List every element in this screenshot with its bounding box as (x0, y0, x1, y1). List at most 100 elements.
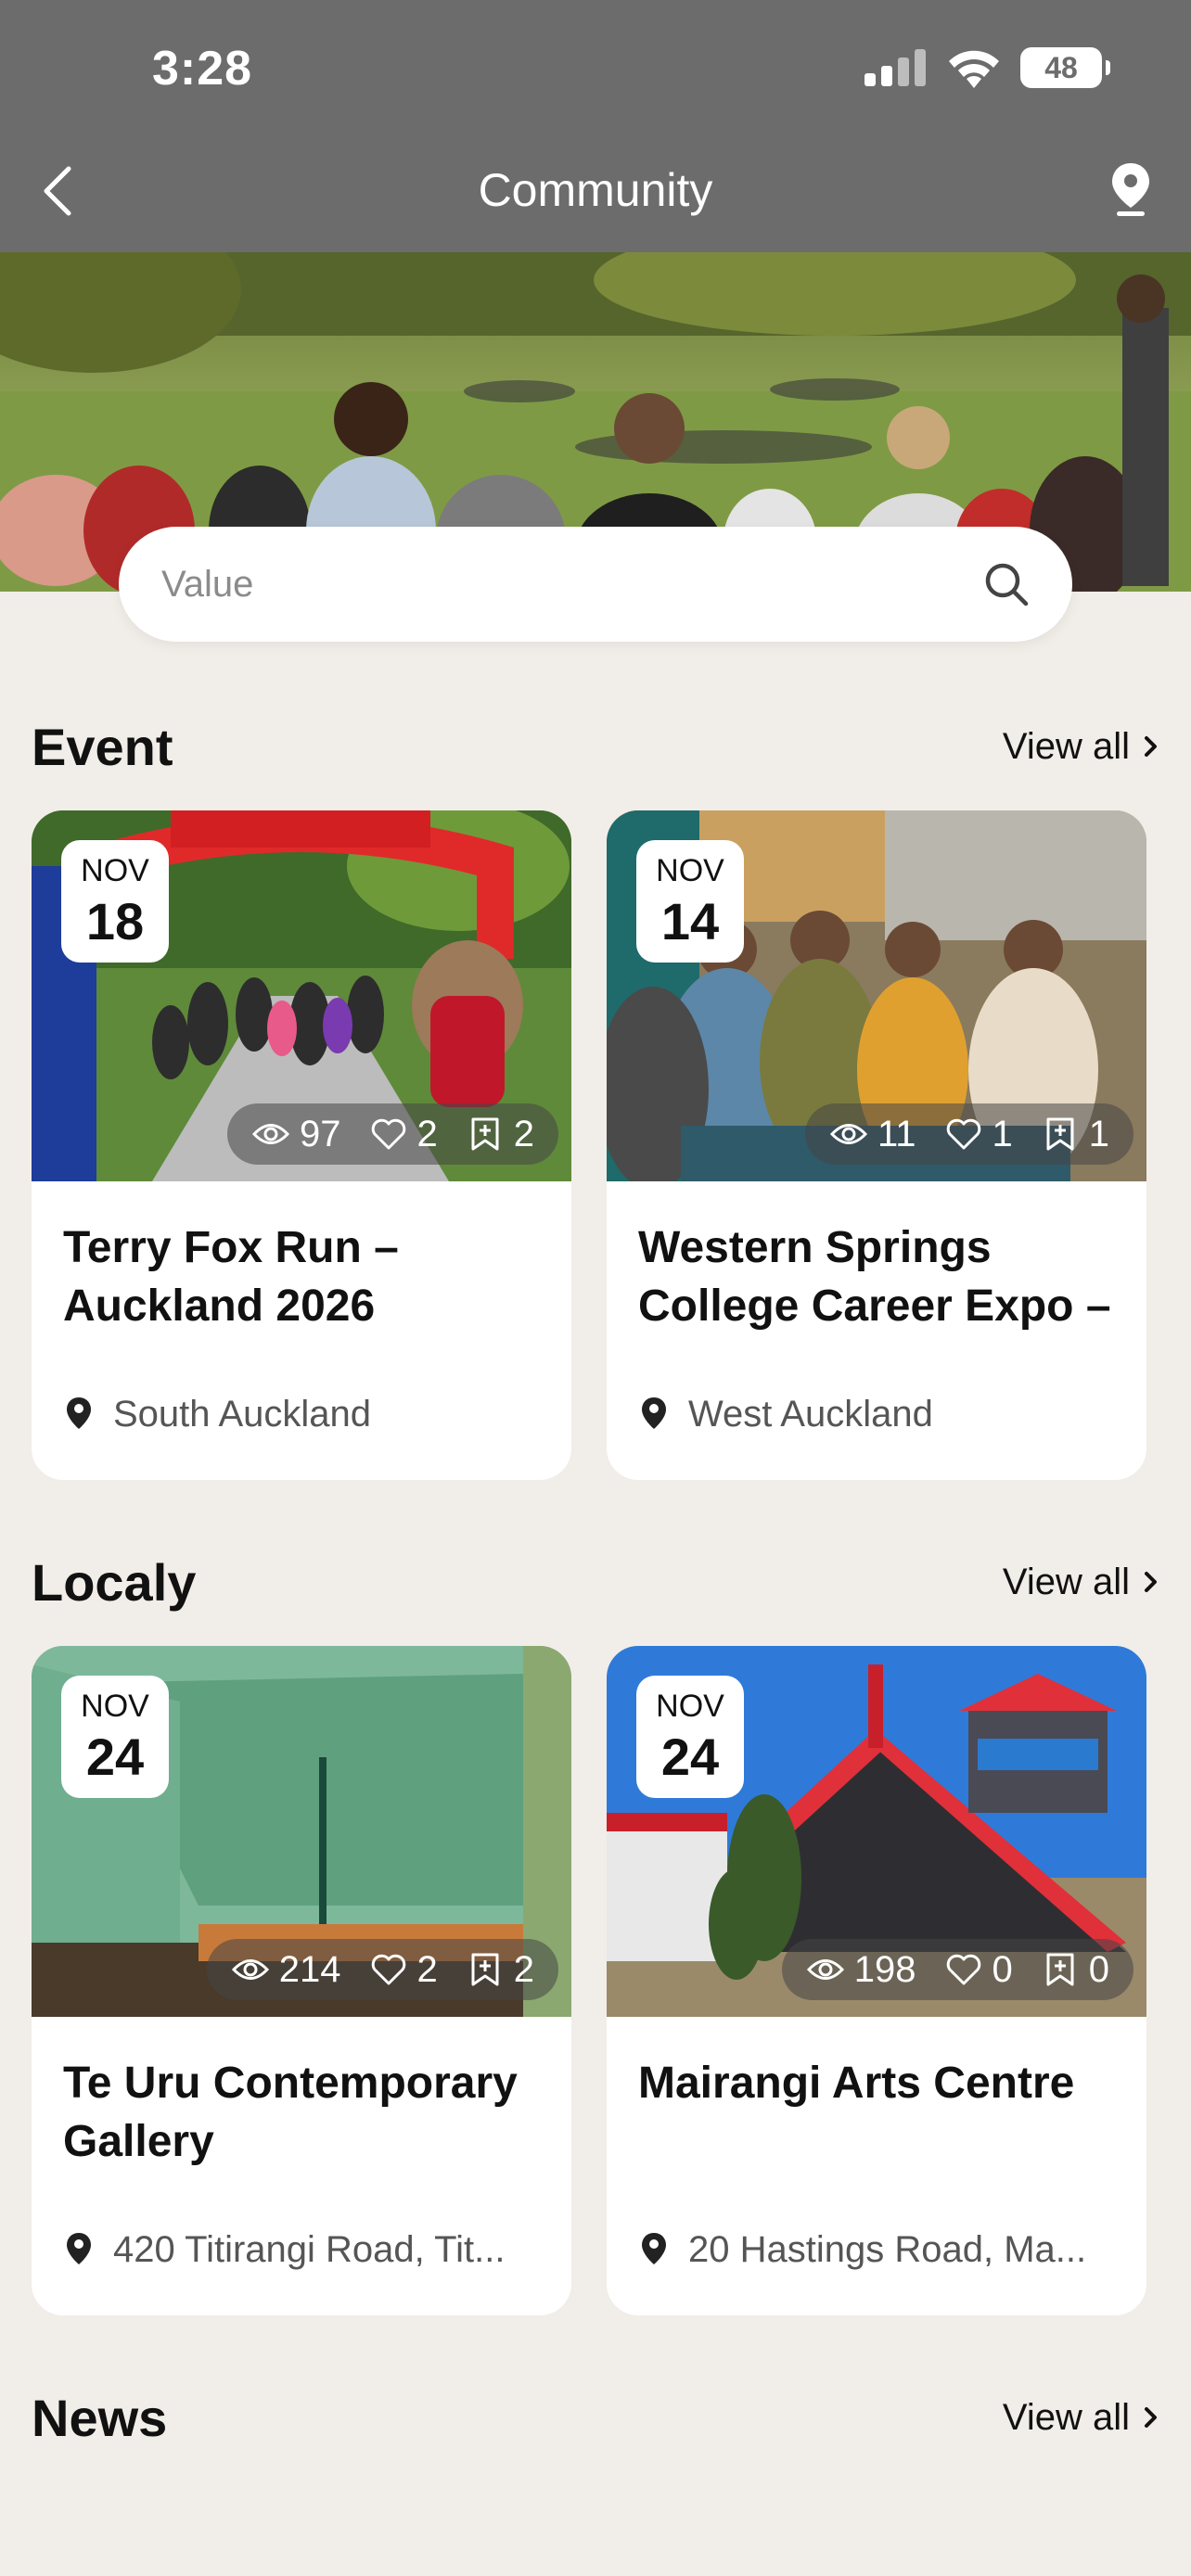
view-all-label: View all (1002, 2396, 1130, 2438)
date-day: 24 (85, 1728, 145, 1786)
views-stat: 198 (806, 1949, 916, 1991)
date-badge: NOV 24 (636, 1676, 744, 1798)
likes-stat[interactable]: 2 (369, 1114, 438, 1155)
heart-icon (946, 1118, 980, 1150)
stats-pill: 11 1 1 (804, 1103, 1133, 1165)
search-input[interactable] (161, 563, 983, 606)
views-count: 97 (300, 1113, 341, 1154)
date-day: 24 (660, 1728, 720, 1786)
saves-count: 0 (1088, 1948, 1109, 1990)
bookmark-plus-icon (471, 1117, 499, 1151)
view-all-label: View all (1002, 725, 1130, 767)
chevron-right-icon (1145, 736, 1157, 757)
date-month: NOV (656, 853, 724, 888)
section-title: News (32, 2388, 168, 2447)
view-all-label: View all (1002, 1561, 1130, 1602)
section-header-news: News View all (32, 2385, 1159, 2450)
section-title: Event (32, 717, 173, 776)
event-card[interactable]: NOV 14 11 1 1 Western Springs College Ca… (607, 810, 1146, 1480)
bookmark-plus-icon (1046, 1953, 1074, 1986)
localy-card[interactable]: NOV 24 214 2 2 Te Uru Contemporary Galle… (32, 1646, 571, 2315)
card-title: Mairangi Arts Centre (638, 2059, 1075, 2108)
card-location: 420 Titirangi Road, Tit... (65, 2226, 545, 2273)
likes-count: 1 (992, 1113, 1013, 1154)
likes-count: 2 (416, 1948, 438, 1990)
chevron-right-icon (1145, 1572, 1157, 1592)
status-time: 3:28 (152, 42, 253, 96)
date-badge: NOV 24 (61, 1676, 169, 1798)
section-header-localy: Localy View all (32, 1549, 1159, 1614)
views-count: 11 (877, 1113, 916, 1154)
saves-count: 1 (1088, 1113, 1109, 1154)
bookmark-plus-icon (471, 1953, 499, 1986)
signal-icon (864, 49, 926, 86)
stats-pill: 198 0 0 (781, 1939, 1133, 2000)
location-text: West Auckland (688, 1393, 933, 1435)
card-image: NOV 18 97 2 2 (32, 810, 571, 1181)
saves-stat[interactable]: 1 (1041, 1114, 1109, 1155)
card-location: 20 Hastings Road, Ma... (640, 2226, 1121, 2273)
location-text: 20 Hastings Road, Ma... (688, 2228, 1087, 2270)
heart-icon (946, 1954, 980, 1985)
views-count: 214 (278, 1948, 341, 1990)
header: 3:28 48 Community (0, 0, 1191, 252)
likes-stat[interactable]: 0 (944, 1949, 1013, 1991)
likes-stat[interactable]: 2 (369, 1949, 438, 1991)
localy-cards: NOV 24 214 2 2 Te Uru Contemporary Galle… (32, 1646, 1159, 2315)
card-location: South Auckland (65, 1391, 545, 1437)
map-pin-icon[interactable] (1108, 159, 1154, 219)
heart-icon (371, 1118, 405, 1150)
stats-pill: 214 2 2 (206, 1939, 558, 2000)
saves-stat[interactable]: 0 (1041, 1949, 1109, 1991)
community-screen: 3:28 48 Community Value Event View all N… (0, 0, 1191, 2576)
saves-count: 2 (513, 1948, 534, 1990)
stats-pill: 97 2 2 (227, 1103, 558, 1165)
view-all-link-news[interactable]: View all (1003, 2397, 1159, 2439)
likes-count: 2 (416, 1113, 438, 1154)
views-count: 198 (853, 1948, 916, 1990)
location-text: South Auckland (113, 1393, 371, 1435)
eye-icon (251, 1124, 290, 1144)
views-stat: 97 (251, 1114, 341, 1155)
battery-indicator: 48 (1020, 47, 1110, 88)
views-stat: 11 (829, 1114, 916, 1155)
section-title: Localy (32, 1552, 197, 1612)
location-pin-icon (67, 1397, 91, 1429)
view-all-link-event[interactable]: View all (1003, 726, 1159, 768)
localy-card[interactable]: NOV 24 198 0 0 Mairangi Arts Centre 20 H… (607, 1646, 1146, 2315)
location-pin-icon (642, 1397, 666, 1429)
view-all-link-localy[interactable]: View all (1003, 1562, 1159, 1603)
saves-stat[interactable]: 2 (466, 1949, 534, 1991)
date-month: NOV (81, 1689, 149, 1724)
date-badge: NOV 14 (636, 840, 744, 963)
section-header-event: Event View all (32, 714, 1159, 779)
page-title: Community (478, 164, 713, 216)
date-badge: NOV 18 (61, 840, 169, 963)
card-image: NOV 24 214 2 2 (32, 1646, 571, 2017)
card-title: Western Springs College Career Expo – (638, 1223, 1111, 1331)
saves-count: 2 (513, 1113, 534, 1154)
search-icon[interactable] (983, 561, 1030, 607)
date-day: 14 (660, 892, 720, 950)
views-stat: 214 (231, 1949, 341, 1991)
status-icons: 48 (864, 45, 1110, 91)
location-pin-icon (642, 2233, 666, 2264)
card-location: West Auckland (640, 1391, 1121, 1437)
eye-icon (829, 1124, 868, 1144)
heart-icon (371, 1954, 405, 1985)
card-image: NOV 24 198 0 0 (607, 1646, 1146, 2017)
location-text: 420 Titirangi Road, Tit... (113, 2228, 506, 2270)
chevron-right-icon (1145, 2407, 1157, 2428)
location-pin-icon (67, 2233, 91, 2264)
likes-stat[interactable]: 1 (944, 1114, 1013, 1155)
card-title: Te Uru Contemporary Gallery (63, 2059, 518, 2166)
date-month: NOV (81, 853, 149, 888)
eye-icon (231, 1959, 269, 1980)
date-day: 18 (85, 892, 145, 950)
saves-stat[interactable]: 2 (466, 1114, 534, 1155)
search-bar[interactable] (119, 527, 1072, 642)
event-card[interactable]: NOV 18 97 2 2 Terry Fox Run – Auckland 2… (32, 810, 571, 1480)
card-title: Terry Fox Run – Auckland 2026 (63, 1223, 399, 1331)
bookmark-plus-icon (1046, 1117, 1074, 1151)
wifi-icon (949, 50, 999, 88)
